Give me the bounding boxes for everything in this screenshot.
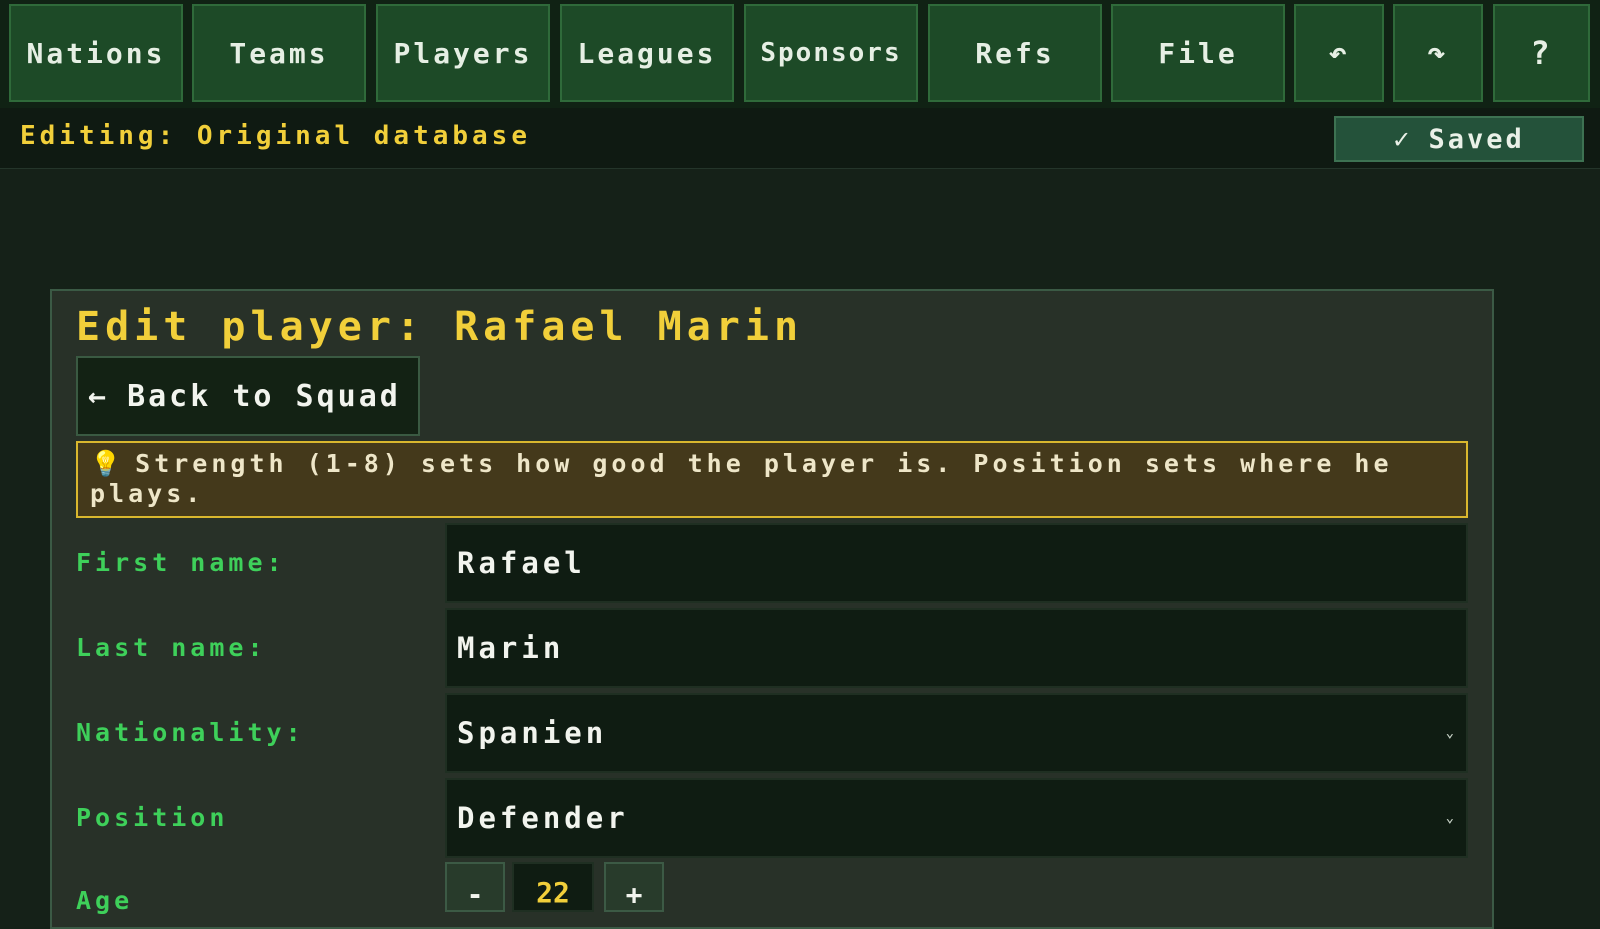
first-name-label: First name: <box>76 548 286 577</box>
position-value: Defender <box>457 801 629 835</box>
undo-icon: ↶ <box>1328 35 1350 71</box>
nav-file-button[interactable]: File <box>1111 4 1285 102</box>
last-name-field[interactable]: Marin <box>445 608 1468 688</box>
age-label: Age <box>76 886 134 915</box>
hint-box: 💡 Strength (1-8) sets how good the player… <box>76 441 1468 518</box>
nav-sponsors-button[interactable]: Sponsors <box>744 4 918 102</box>
last-name-value: Marin <box>457 631 565 665</box>
nationality-select[interactable]: Spanien ⌄ <box>445 693 1468 773</box>
first-name-field[interactable]: Rafael <box>445 523 1468 603</box>
arrow-left-icon: ← <box>88 378 110 414</box>
nationality-label: Nationality: <box>76 718 305 747</box>
hint-text: Strength (1-8) sets how good the player … <box>90 449 1393 508</box>
editing-status-text: Editing: Original database <box>20 121 531 151</box>
nav-nations-button[interactable]: Nations <box>9 4 183 102</box>
top-nav: Nations Teams Players Leagues Sponsors R… <box>0 0 1600 108</box>
nav-players-button[interactable]: Players <box>376 4 550 102</box>
nav-teams-button[interactable]: Teams <box>192 4 366 102</box>
position-label: Position <box>76 803 229 832</box>
nationality-value: Spanien <box>457 716 608 750</box>
last-name-label: Last name: <box>76 633 267 662</box>
lightbulb-icon: 💡 <box>90 449 126 478</box>
saved-label: Saved <box>1428 123 1525 155</box>
page-title: Edit player: Rafael Marin <box>76 304 804 350</box>
age-decrement-button[interactable]: - <box>445 862 505 912</box>
first-name-value: Rafael <box>457 546 586 580</box>
redo-icon: ↷ <box>1427 35 1449 71</box>
undo-button[interactable]: ↶ <box>1294 4 1384 102</box>
check-icon: ✓ <box>1393 123 1413 155</box>
help-icon: ? <box>1530 34 1553 72</box>
position-select[interactable]: Defender ⌄ <box>445 778 1468 858</box>
redo-button[interactable]: ↷ <box>1393 4 1483 102</box>
age-value[interactable]: 22 <box>512 862 594 912</box>
back-to-squad-button[interactable]: ← Back to Squad <box>76 356 420 436</box>
chevron-down-icon: ⌄ <box>1445 810 1458 826</box>
age-increment-button[interactable]: + <box>604 862 664 912</box>
help-button[interactable]: ? <box>1493 4 1590 102</box>
back-to-squad-label: Back to Squad <box>127 378 401 414</box>
nav-leagues-button[interactable]: Leagues <box>560 4 734 102</box>
chevron-down-icon: ⌄ <box>1445 725 1458 741</box>
saved-button[interactable]: ✓ Saved <box>1334 116 1584 162</box>
nav-refs-button[interactable]: Refs <box>928 4 1102 102</box>
